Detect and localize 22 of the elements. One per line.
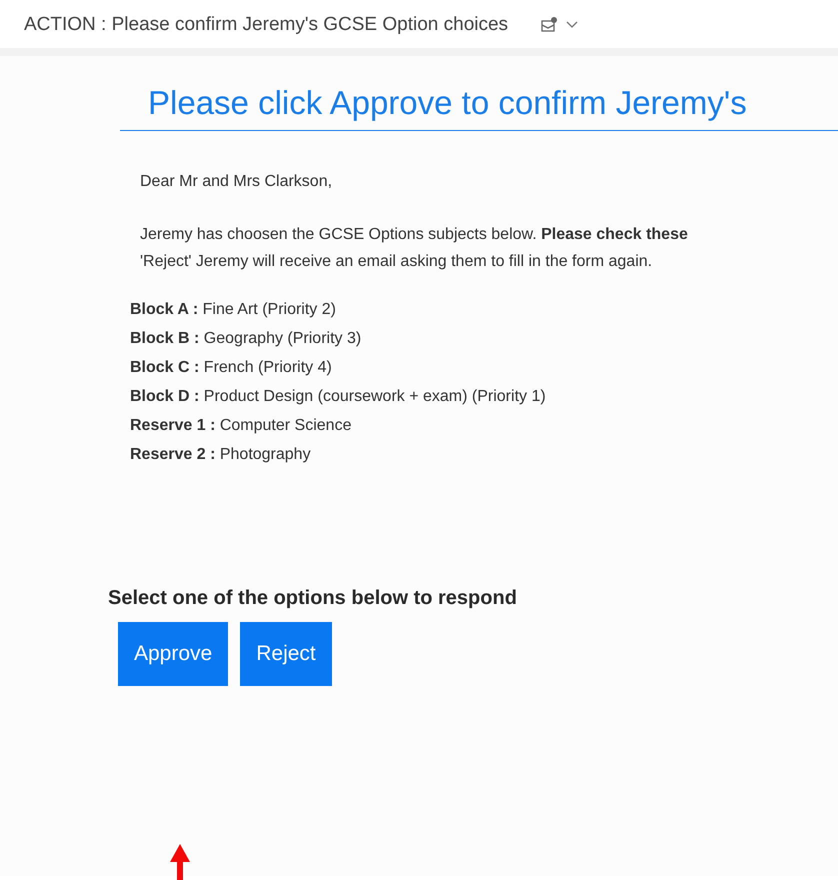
choice-label: Reserve 1 : [130, 417, 216, 434]
choice-label: Block B : [130, 330, 200, 347]
choice-label: Block A : [130, 301, 198, 318]
choice-label: Block C : [130, 359, 200, 376]
choice-value: Computer Science [220, 417, 352, 434]
paragraph-line: 'Reject' Jeremy will receive an email asking them to fill in the form again. [140, 252, 654, 272]
response-button[interactable]: Reject [240, 622, 332, 686]
choice-value: Product Design (coursework + exam) (Priority 1) [204, 388, 546, 405]
choice-value: Geography (Priority 3) [204, 330, 362, 347]
choice-label: Block D : [130, 388, 200, 405]
email-subject: ACTION : Please confirm Jeremy's GCSE Option choices [24, 14, 508, 36]
choice-value: French (Priority 4) [204, 359, 332, 376]
email-heading: Please click Approve to confirm Jeremy's [120, 56, 838, 131]
respond-prompt: Select one of the options below to respond [108, 587, 518, 610]
choice-value: Fine Art (Priority 2) [202, 301, 336, 318]
choice-value: Photography [220, 446, 311, 463]
choice-label: Reserve 2 : [130, 446, 216, 463]
chevron-down-icon[interactable] [566, 21, 578, 29]
greeting-text: Dear Mr and Mrs Clarkson, [140, 173, 334, 191]
response-button[interactable]: Approve [118, 622, 228, 686]
envelope-icon[interactable] [540, 16, 558, 34]
paragraph-line: Jeremy has choosen the GCSE Options subjects below. Please check these [140, 225, 689, 245]
